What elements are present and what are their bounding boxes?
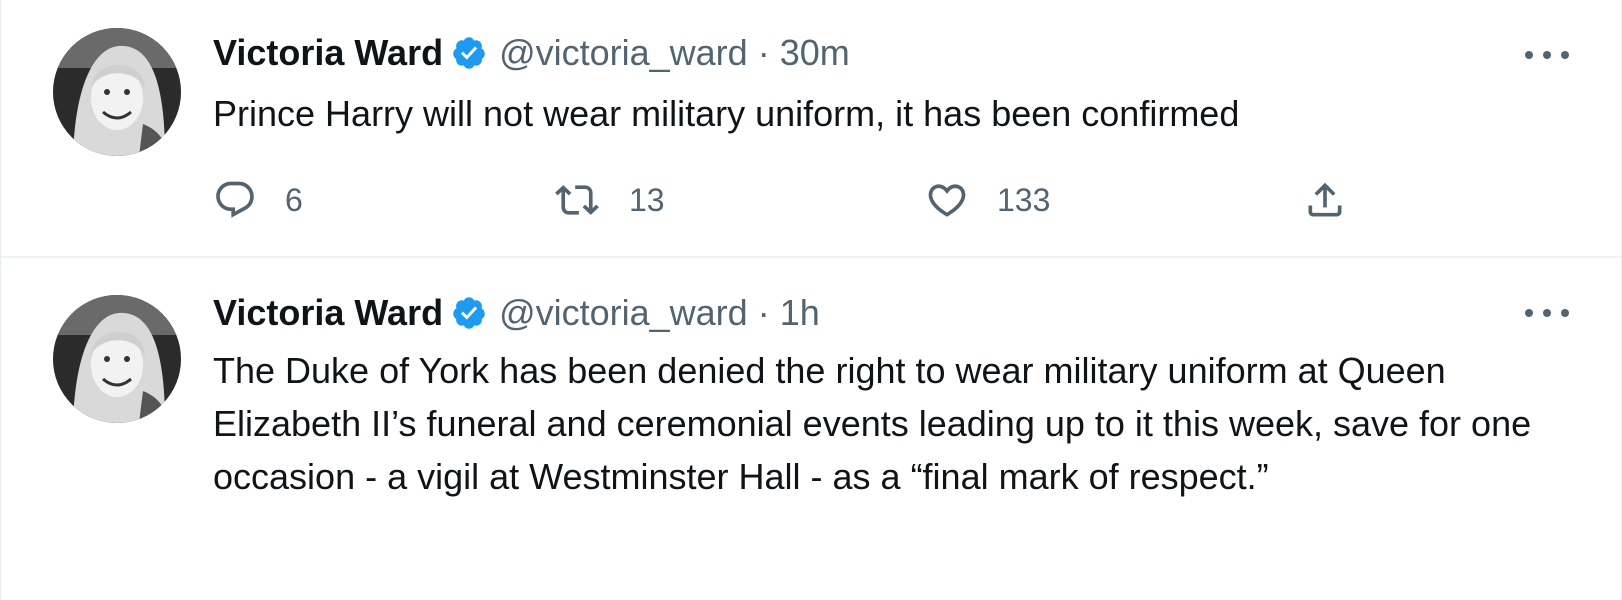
tweet-header: Victoria Ward @victoria_ward · 30m (213, 28, 850, 78)
author-name[interactable]: Victoria Ward (213, 292, 443, 334)
share-icon (1308, 182, 1342, 217)
like-icon (928, 184, 966, 217)
reply-icon (216, 181, 254, 218)
retweet-button[interactable]: 13 (553, 170, 665, 230)
more-icon[interactable] (1525, 45, 1569, 65)
avatar[interactable] (53, 295, 181, 423)
like-button[interactable]: 133 (925, 170, 1050, 230)
avatar[interactable] (53, 28, 181, 156)
author-handle[interactable]: @victoria_ward (499, 32, 748, 74)
share-button[interactable] (1303, 170, 1347, 230)
retweet-icon (555, 185, 599, 215)
retweet-count: 13 (629, 181, 665, 218)
tweet[interactable]: Victoria Ward @victoria_ward · 30m Princ… (1, 0, 1621, 258)
tweet-actions: 6 13 133 (213, 170, 1363, 230)
verified-badge-icon (451, 295, 487, 331)
reply-button[interactable]: 6 (213, 170, 303, 230)
more-icon[interactable] (1525, 303, 1569, 323)
tweet[interactable]: Victoria Ward @victoria_ward · 1h The Du… (1, 258, 1621, 600)
verified-badge-icon (451, 35, 487, 71)
tweet-text: Prince Harry will not wear military unif… (213, 93, 1240, 134)
like-count: 133 (997, 181, 1051, 218)
author-name[interactable]: Victoria Ward (213, 32, 443, 74)
tweet-feed: Victoria Ward @victoria_ward · 30m Princ… (0, 0, 1622, 600)
separator: · (757, 292, 770, 333)
timestamp[interactable]: 1h (780, 292, 820, 334)
tweet-text: The Duke of York has been denied the rig… (213, 350, 1532, 497)
separator: · (757, 32, 770, 73)
timestamp[interactable]: 30m (780, 32, 850, 74)
author-handle[interactable]: @victoria_ward (499, 292, 748, 334)
tweet-header: Victoria Ward @victoria_ward · 1h (213, 288, 820, 338)
reply-count: 6 (285, 181, 303, 218)
